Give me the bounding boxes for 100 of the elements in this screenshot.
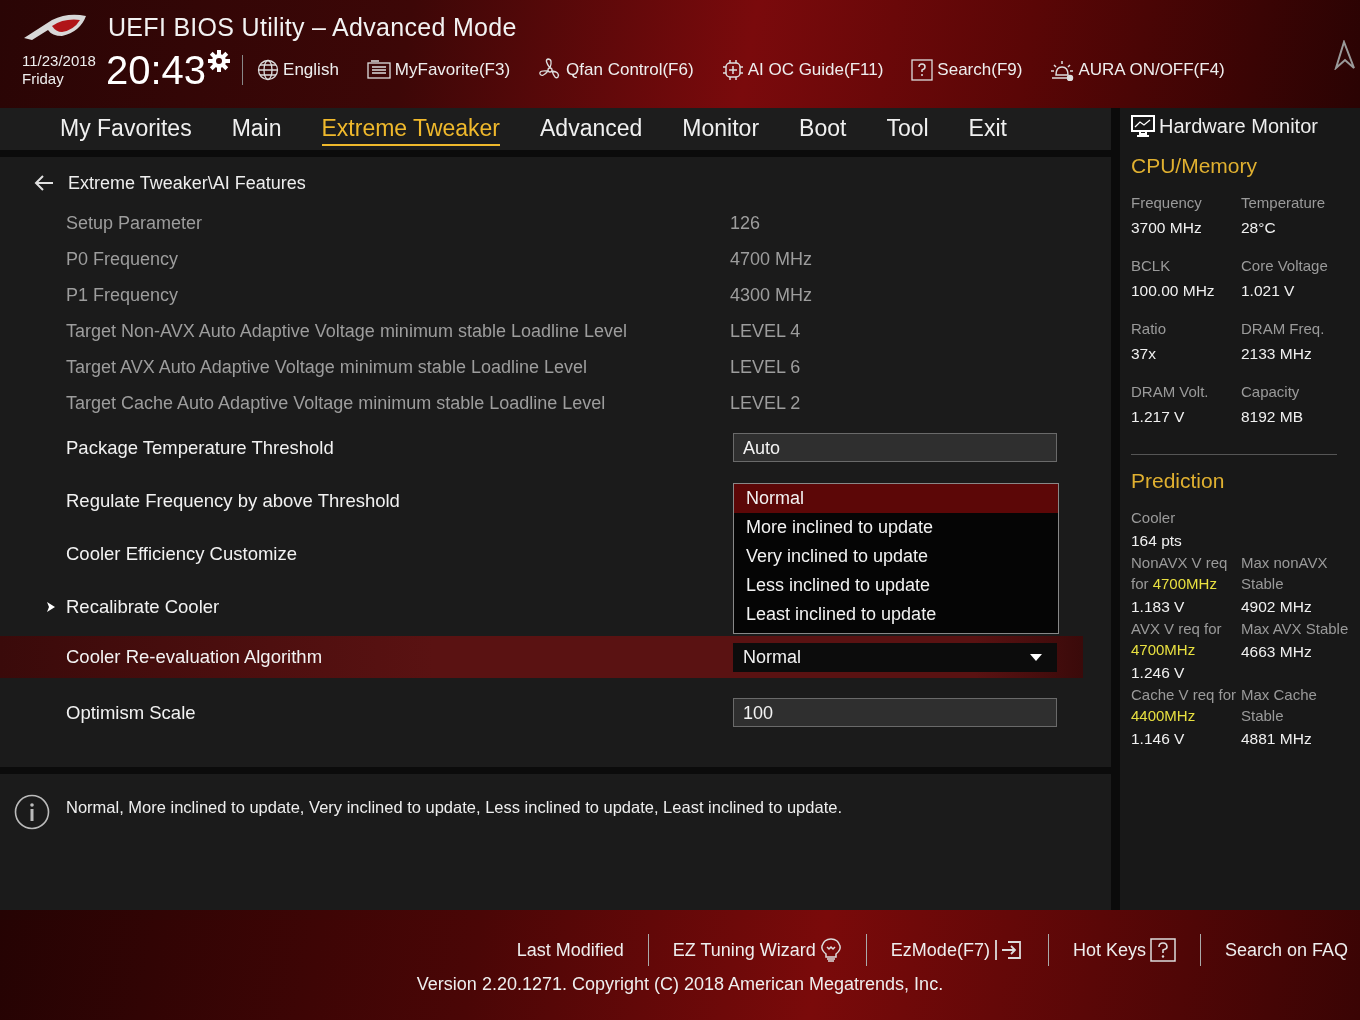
help-icon — [1149, 938, 1176, 962]
settings-icon[interactable] — [208, 50, 231, 72]
metric-value: 1.021 V — [1241, 282, 1296, 300]
menu-tab[interactable]: Exit — [968, 112, 1007, 146]
date-text: 11/23/2018 — [22, 52, 96, 70]
menu-tab[interactable]: Advanced — [540, 112, 643, 146]
metric-label: DRAM Freq. — [1241, 319, 1326, 339]
metric-label: Frequency — [1131, 193, 1203, 213]
lightbulb-icon — [819, 938, 842, 962]
setting-value: LEVEL 2 — [730, 392, 801, 414]
setting-label: Target Non-AVX Auto Adaptive Voltage minimum stable Loadline Level — [66, 320, 628, 342]
input-field[interactable]: 100 — [733, 698, 1057, 727]
version-text: Version 2.20.1271. Copyright (C) 2018 American Megatrends, Inc. — [416, 974, 944, 995]
dropdown-option[interactable]: More inclined to update — [734, 513, 1058, 542]
metric-label: Core Voltage — [1241, 256, 1329, 276]
exit-icon — [993, 939, 1024, 961]
setting-label: Package Temperature Threshold — [66, 436, 335, 459]
caret-icon — [1030, 653, 1042, 661]
footer-link[interactable]: EzMode(F7) — [890, 939, 1024, 961]
metric-value: 1.246 V — [1131, 664, 1186, 682]
submenu-link[interactable]: Recalibrate Cooler — [66, 595, 733, 618]
setting-value: LEVEL 4 — [730, 320, 801, 342]
metric-value: 164 pts — [1131, 532, 1183, 550]
metric-value: 3700 MHz — [1131, 219, 1203, 237]
help-text: Normal, More inclined to update, Very inclined to update, Less inclined to update, Least inclined to update. — [66, 797, 842, 817]
setting-label: Target Cache Auto Adaptive Voltage minimum stable Loadline Level — [66, 392, 607, 414]
breadcrumb-text: Extreme Tweaker\AI Features — [68, 172, 306, 194]
toolbar-button[interactable]: AURA ON/OFF(F4) — [1050, 59, 1225, 81]
setting-value: 126 — [730, 212, 761, 234]
setting-label: Cooler Efficiency Customize — [66, 542, 298, 565]
metric-label: Temperature — [1241, 193, 1327, 213]
dropdown-option[interactable]: Less inclined to update — [734, 571, 1058, 600]
setting-label: Optimism Scale — [66, 701, 197, 724]
metric-value: 4663 MHz — [1241, 643, 1313, 661]
toolbar-button[interactable]: AI OC Guide(F11) — [721, 59, 884, 81]
help-icon — [911, 59, 934, 81]
metric-value: 28°C — [1241, 219, 1277, 237]
menu-tab[interactable]: Tool — [886, 112, 929, 146]
metric-value: 1.146 V — [1131, 730, 1186, 748]
toolbar-button[interactable]: Search(F9) — [911, 59, 1023, 81]
metric-value: 4902 MHz — [1241, 598, 1313, 616]
metric-value: 4881 MHz — [1241, 730, 1313, 748]
section-title: Prediction — [1131, 469, 1226, 493]
setting-label: Target AVX Auto Adaptive Voltage minimum stable Loadline Level — [66, 356, 588, 378]
setting-value: 4300 MHz — [730, 284, 813, 306]
clock-time: 20:43 — [105, 50, 207, 90]
setting-value: 4700 MHz — [730, 248, 813, 270]
dropdown-field[interactable]: Normal — [733, 642, 1057, 672]
footer-link[interactable]: Hot Keys — [1072, 938, 1176, 962]
metric-label: Ratio — [1131, 319, 1168, 339]
metric-value: 2133 MHz — [1241, 345, 1313, 363]
menu-tab[interactable]: Monitor — [682, 112, 760, 146]
setting-value: LEVEL 6 — [730, 356, 801, 378]
setting-label: P0 Frequency — [66, 248, 180, 270]
footer-link[interactable]: EZ Tuning Wizard — [672, 938, 842, 962]
toolbar-button[interactable]: English — [257, 59, 339, 81]
light-icon — [1050, 59, 1075, 81]
metric-label: Cache V req for 4400MHz — [1131, 685, 1238, 726]
menu-tab[interactable]: Boot — [799, 112, 847, 146]
day-text: Friday — [22, 70, 65, 88]
metric-label: Max Cache Stable — [1241, 685, 1318, 726]
setting-label: Cooler Re-evaluation Algorithm — [66, 646, 324, 668]
setting-label: P1 Frequency — [66, 284, 180, 306]
footer-link[interactable]: Search on FAQ — [1224, 939, 1348, 961]
list-icon — [366, 60, 391, 80]
metric-label: BCLK — [1131, 256, 1172, 276]
section-title: CPU/Memory — [1131, 154, 1258, 178]
metric-value: 37x — [1131, 345, 1157, 363]
cursor-icon — [1334, 40, 1356, 70]
metric-label: DRAM Volt. — [1131, 382, 1210, 402]
menu-tab[interactable]: Main — [231, 112, 282, 146]
info-icon — [14, 794, 50, 830]
setting-label: Regulate Frequency by above Threshold — [66, 489, 401, 512]
metric-value: 100.00 MHz — [1131, 282, 1216, 300]
globe-icon — [257, 59, 280, 81]
metric-label: Cooler — [1131, 508, 1177, 528]
dropdown-option[interactable]: Normal — [734, 484, 1058, 513]
metric-label: AVX V req for 4700MHz — [1131, 619, 1223, 660]
metric-value: 8192 MB — [1241, 408, 1305, 426]
metric-value: 1.217 V — [1131, 408, 1186, 426]
footer-link[interactable]: Last Modified — [516, 939, 624, 961]
window-title: UEFI BIOS Utility – Advanced Mode — [108, 12, 517, 42]
monitor-icon — [1131, 115, 1155, 137]
chip-icon — [721, 59, 744, 81]
input-field[interactable]: Auto — [733, 433, 1057, 462]
chevron-icon — [46, 600, 56, 613]
panel-title: Hardware Monitor — [1159, 114, 1318, 138]
setting-label: Setup Parameter — [66, 212, 204, 234]
back-arrow-icon[interactable] — [34, 175, 54, 191]
dropdown-option[interactable]: Least inclined to update — [734, 600, 1058, 629]
menu-tab[interactable]: My Favorites — [60, 112, 192, 146]
metric-value: 1.183 V — [1131, 598, 1186, 616]
toolbar-button[interactable]: MyFavorite(F3) — [366, 60, 511, 80]
menu-tab[interactable]: Extreme Tweaker — [321, 112, 501, 146]
metric-label: Capacity — [1241, 382, 1301, 402]
toolbar-button[interactable]: Qfan Control(F6) — [538, 58, 694, 82]
metric-label: Max nonAVX Stable — [1241, 553, 1329, 594]
dropdown-option[interactable]: Very inclined to update — [734, 542, 1058, 571]
metric-label: Max AVX Stable — [1241, 619, 1350, 639]
metric-label: NonAVX V req for 4700MHz — [1131, 553, 1229, 594]
